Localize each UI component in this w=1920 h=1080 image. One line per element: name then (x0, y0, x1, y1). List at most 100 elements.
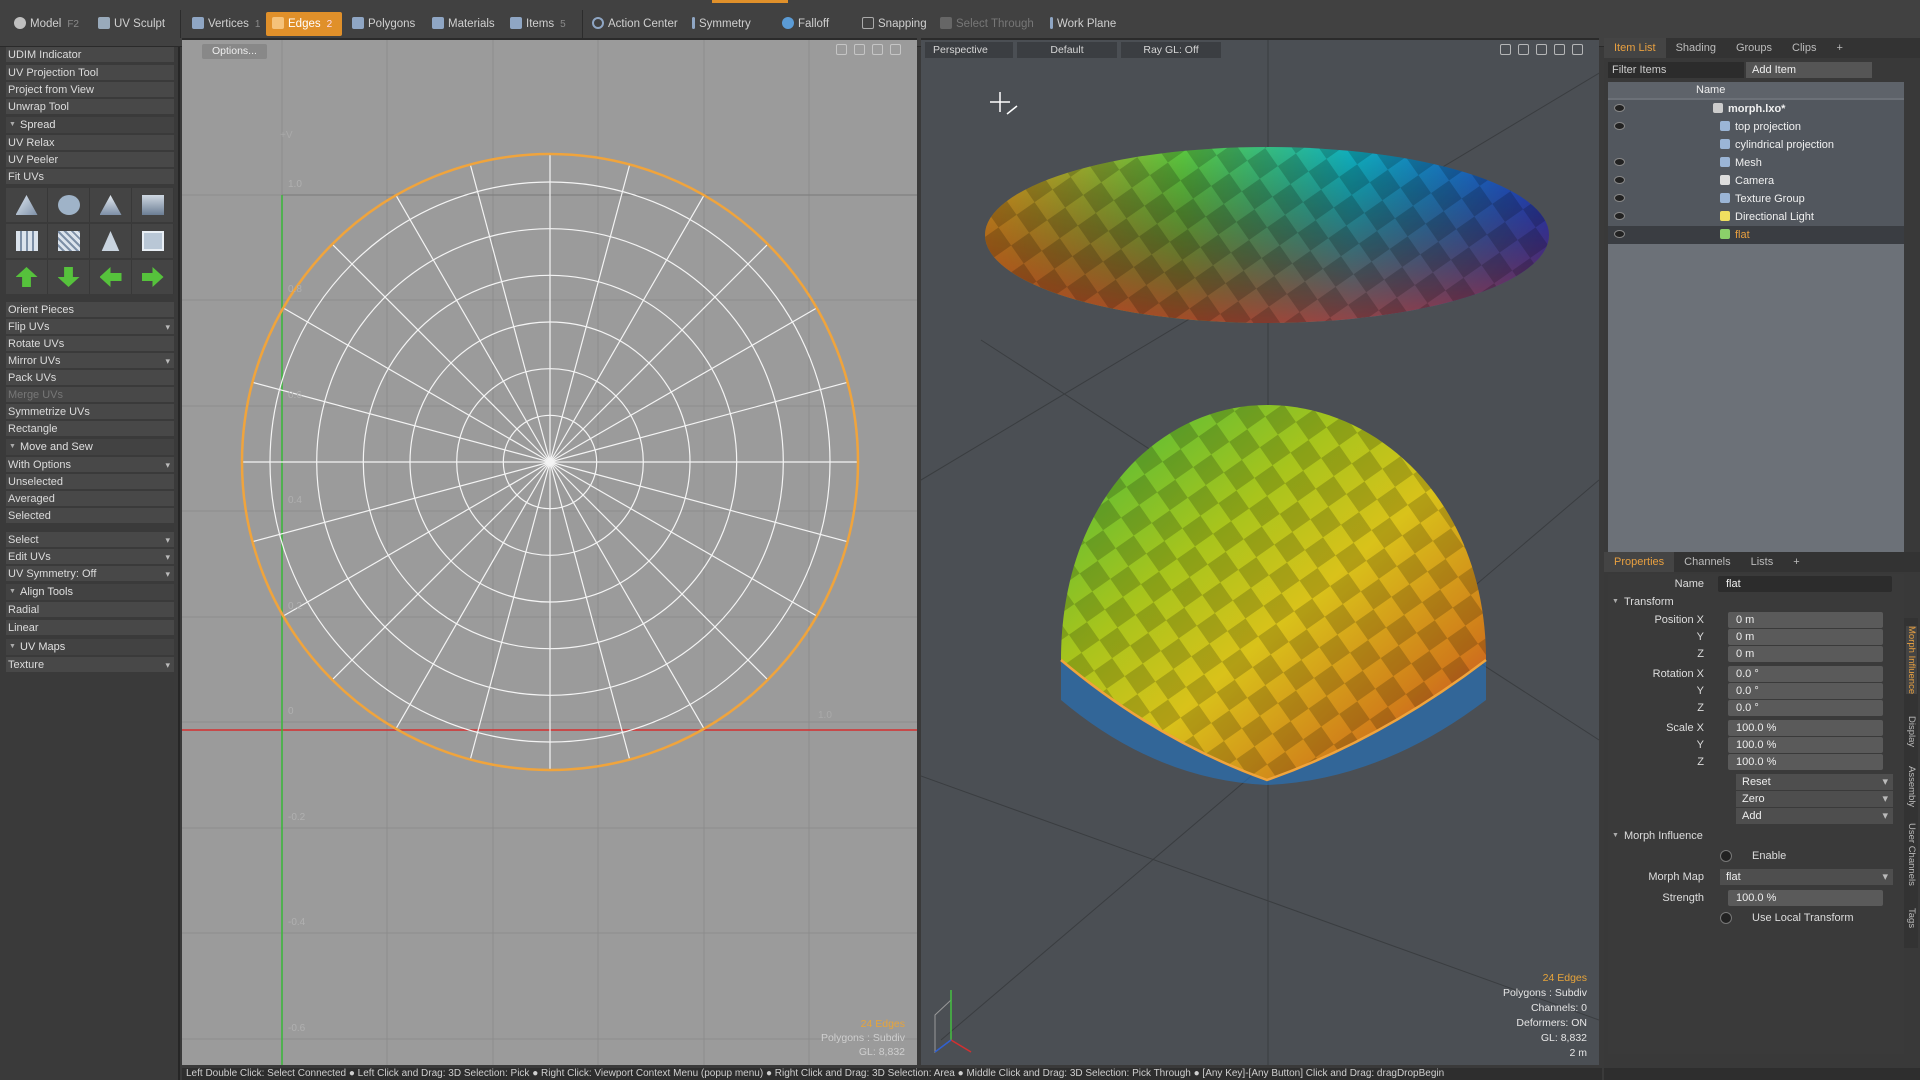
snapping-button[interactable]: Snapping (856, 12, 933, 36)
uv-relax-button[interactable]: UV Relax (6, 135, 174, 151)
maximize-icon[interactable] (872, 44, 883, 55)
udim-indicator-button[interactable]: UDIM Indicator (6, 47, 174, 63)
edit-uvs-dropdown[interactable]: Edit UVs (6, 549, 174, 565)
side-tab-assembly[interactable]: Assembly (1906, 766, 1917, 807)
scale-y-field[interactable]: 100.0 % (1728, 737, 1883, 753)
tab-channels[interactable]: Channels (1674, 552, 1740, 572)
move-up-button[interactable] (6, 260, 48, 294)
gear-icon[interactable] (1572, 44, 1583, 55)
add-item-dropdown[interactable]: Add Item (1746, 62, 1872, 78)
averaged-button[interactable]: Averaged (6, 491, 174, 507)
select-through-button[interactable]: Select Through (934, 12, 1040, 36)
uv-tool-button[interactable] (90, 224, 132, 258)
visibility-eye-icon[interactable] (1614, 104, 1625, 112)
linear-button[interactable]: Linear (6, 620, 174, 636)
texture-dropdown[interactable]: Texture (6, 657, 174, 673)
falloff-button[interactable]: Falloff (776, 12, 835, 36)
uv-maps-header[interactable]: UV Maps (6, 639, 174, 655)
uv-tool-button[interactable] (132, 224, 174, 258)
edges-button[interactable]: Edges 2 (266, 12, 342, 36)
materials-button[interactable]: Materials (426, 12, 501, 36)
tab-item-list[interactable]: Item List (1604, 38, 1666, 58)
morph-influence-header[interactable]: Morph Influence (1612, 830, 1703, 842)
item-row-flat[interactable]: flat (1608, 226, 1904, 244)
item-row-camera[interactable]: Camera (1608, 172, 1904, 190)
3d-viewport[interactable]: Perspective Default Ray GL: Off 24 Edges… (921, 38, 1599, 1065)
add-tab-button[interactable]: + (1826, 38, 1852, 58)
with-options-dropdown[interactable]: With Options (6, 457, 174, 473)
rotate-icon[interactable] (1518, 44, 1529, 55)
uv-tool-button[interactable] (90, 188, 132, 222)
symmetrize-uvs-button[interactable]: Symmetrize UVs (6, 404, 174, 420)
mode-uvsculpt-tab[interactable]: UV Sculpt (92, 12, 171, 36)
tab-lists[interactable]: Lists (1741, 552, 1784, 572)
work-plane-button[interactable]: Work Plane (1044, 12, 1122, 36)
align-tools-header[interactable]: Align Tools (6, 584, 174, 600)
pan-icon[interactable] (1500, 44, 1511, 55)
uv-tool-button[interactable] (6, 224, 48, 258)
fit-uvs-button[interactable]: Fit UVs (6, 169, 174, 185)
uv-viewport[interactable]: Options... +V 1.0 0.8 0.6 0.4 0.2 0 -0.2 -0.4 -0… (182, 38, 917, 1065)
name-input[interactable]: flat (1718, 576, 1892, 592)
raygl-dropdown[interactable]: Ray GL: Off (1121, 42, 1221, 58)
item-row-top-projection[interactable]: top projection (1608, 118, 1904, 136)
visibility-eye-icon[interactable] (1614, 158, 1625, 166)
scale-x-field[interactable]: 100.0 % (1728, 720, 1883, 736)
morph-map-dropdown[interactable]: flat (1720, 869, 1893, 885)
radial-button[interactable]: Radial (6, 602, 174, 618)
move-right-button[interactable] (132, 260, 174, 294)
position-z-field[interactable]: 0 m (1728, 646, 1883, 662)
side-tab-tags[interactable]: Tags (1906, 908, 1917, 928)
enable-checkbox[interactable] (1720, 850, 1732, 862)
unselected-button[interactable]: Unselected (6, 474, 174, 490)
use-local-transform-checkbox[interactable] (1720, 912, 1732, 924)
rotation-y-field[interactable]: 0.0 ° (1728, 683, 1883, 699)
project-from-view-button[interactable]: Project from View (6, 82, 174, 98)
item-row-texture-group[interactable]: Texture Group (1608, 190, 1904, 208)
zoom-icon[interactable] (1536, 44, 1547, 55)
uv-peeler-button[interactable]: UV Peeler (6, 152, 174, 168)
mirror-uvs-dropdown[interactable]: Mirror UVs (6, 353, 174, 369)
position-x-field[interactable]: 0 m (1728, 612, 1883, 628)
perspective-dropdown[interactable]: Perspective (925, 42, 1013, 58)
zero-dropdown[interactable]: Zero (1736, 791, 1893, 807)
item-row-scene[interactable]: morph.lxo* (1608, 100, 1904, 118)
selected-button[interactable]: Selected (6, 508, 174, 524)
side-tab-display[interactable]: Display (1906, 716, 1917, 747)
merge-uvs-button[interactable]: Merge UVs (6, 387, 174, 403)
gear-icon[interactable] (890, 44, 901, 55)
tab-groups[interactable]: Groups (1726, 38, 1782, 58)
visibility-eye-icon[interactable] (1614, 230, 1625, 238)
move-left-button[interactable] (90, 260, 132, 294)
strength-field[interactable]: 100.0 % (1728, 890, 1883, 906)
tab-clips[interactable]: Clips (1782, 38, 1826, 58)
items-button[interactable]: Items 5 (504, 12, 572, 36)
action-center-button[interactable]: Action Center (586, 12, 684, 36)
move-down-button[interactable] (48, 260, 90, 294)
visibility-eye-icon[interactable] (1614, 194, 1625, 202)
rotation-x-field[interactable]: 0.0 ° (1728, 666, 1883, 682)
uv-options-button[interactable]: Options... (202, 44, 267, 59)
visibility-eye-icon[interactable] (1614, 176, 1625, 184)
tab-properties[interactable]: Properties (1604, 552, 1675, 572)
side-tab-morph-influence[interactable]: Morph Influence (1906, 626, 1917, 695)
pack-uvs-button[interactable]: Pack UVs (6, 370, 174, 386)
scale-z-field[interactable]: 100.0 % (1728, 754, 1883, 770)
vertices-button[interactable]: Vertices 1 (186, 12, 266, 36)
zoom-icon[interactable] (854, 44, 865, 55)
rotation-z-field[interactable]: 0.0 ° (1728, 700, 1883, 716)
uv-tool-button[interactable] (6, 188, 48, 222)
move-and-sew-header[interactable]: Move and Sew (6, 439, 174, 455)
reset-dropdown[interactable]: Reset (1736, 774, 1893, 790)
shading-default-dropdown[interactable]: Default (1017, 42, 1117, 58)
transform-section-header[interactable]: Transform (1612, 596, 1674, 608)
orient-pieces-button[interactable]: Orient Pieces (6, 302, 174, 318)
pan-icon[interactable] (836, 44, 847, 55)
uv-tool-button[interactable] (48, 188, 90, 222)
item-row-directional-light[interactable]: Directional Light (1608, 208, 1904, 226)
symmetry-button[interactable]: Symmetry (686, 12, 757, 36)
select-dropdown[interactable]: Select (6, 532, 174, 548)
flip-uvs-dropdown[interactable]: Flip UVs (6, 319, 174, 335)
spread-section-header[interactable]: Spread (6, 117, 174, 133)
rotate-uvs-button[interactable]: Rotate UVs (6, 336, 174, 352)
